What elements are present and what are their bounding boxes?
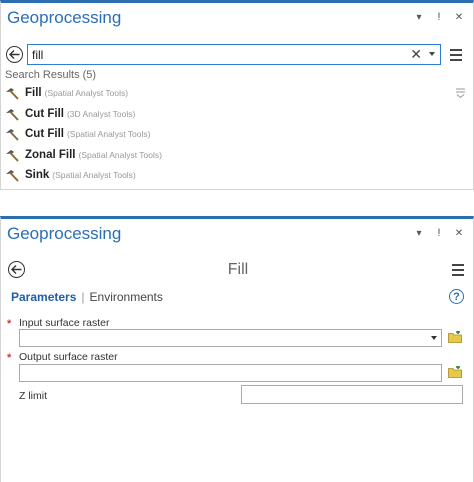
tool-name: Fill (227, 261, 249, 278)
result-item-zonal-fill[interactable]: Zonal Fill (Spatial Analyst Tools) (5, 145, 465, 166)
search-result-list: Fill (Spatial Analyst Tools) Cut Fill (3… (5, 83, 465, 186)
search-input[interactable] (32, 47, 402, 62)
result-item-fill[interactable]: Fill (Spatial Analyst Tools) (5, 83, 465, 104)
tool-tabs: Parameters | Environments (11, 290, 163, 304)
browse-folder-icon[interactable] (448, 366, 462, 378)
pane-title: Geoprocessing (7, 8, 122, 27)
hammer-icon (6, 108, 19, 121)
pane-title: Geoprocessing (7, 224, 122, 243)
hammer-icon (6, 170, 19, 182)
geoprocessing-tool-pane: Geoprocessing ▾ ⵑ ✕ Fill Parameters | En… (0, 216, 474, 482)
hammer-icon (6, 129, 19, 141)
search-box: ✕ (27, 44, 441, 65)
pin-icon[interactable]: ⵑ (433, 228, 445, 240)
pane-title-controls: ▾ ⵑ ✕ (413, 228, 465, 240)
close-icon[interactable]: ✕ (453, 228, 465, 240)
result-item-sink[interactable]: Sink (Spatial Analyst Tools) (5, 165, 465, 186)
result-source: (Spatial Analyst Tools) (52, 170, 136, 181)
result-name: Cut Fill (25, 107, 64, 120)
geoprocessing-search-pane: Geoprocessing ▾ ⵑ ✕ ✕ Search Results (5)… (0, 0, 474, 190)
result-item-cut-fill-3d[interactable]: Cut Fill (3D Analyst Tools) (5, 104, 465, 125)
browse-folder-icon[interactable] (448, 331, 462, 343)
required-marker: * (7, 318, 12, 330)
z-limit-label: Z limit (19, 390, 47, 402)
input-raster-dropdown-icon[interactable] (431, 336, 437, 340)
search-dropdown-icon[interactable] (429, 52, 435, 56)
search-results-header: Search Results (5) (5, 69, 97, 81)
input-surface-raster-label: Input surface raster (19, 317, 110, 329)
result-item-cut-fill-spatial[interactable]: Cut Fill (Spatial Analyst Tools) (5, 124, 465, 145)
result-source: (3D Analyst Tools) (66, 108, 136, 119)
help-icon[interactable]: ? (449, 289, 464, 304)
result-source: (Spatial Analyst Tools) (78, 149, 162, 160)
pane-title-controls: ▾ ⵑ ✕ (413, 12, 465, 24)
result-source: (Spatial Analyst Tools) (44, 88, 129, 99)
result-name: Zonal Fill (25, 148, 76, 161)
output-surface-raster-label: Output surface raster (19, 351, 118, 363)
required-marker: * (7, 352, 12, 364)
hamburger-menu-icon[interactable] (452, 264, 464, 276)
tab-parameters[interactable]: Parameters (11, 290, 76, 304)
pin-icon[interactable]: ⵑ (433, 12, 445, 24)
result-name: Fill (25, 87, 42, 100)
pane-options-dropdown-icon[interactable]: ▾ (413, 228, 425, 240)
close-icon[interactable]: ✕ (453, 12, 465, 24)
z-limit-field[interactable] (241, 385, 463, 404)
result-source: (Spatial Analyst Tools) (66, 129, 151, 140)
hamburger-menu-icon[interactable] (450, 49, 462, 61)
hammer-icon (6, 149, 19, 162)
hammer-icon (6, 88, 19, 100)
output-surface-raster-field[interactable] (19, 364, 442, 382)
result-name: Sink (25, 169, 50, 182)
result-name: Cut Fill (25, 128, 64, 141)
clear-search-icon[interactable]: ✕ (410, 46, 422, 63)
back-arrow-icon[interactable] (6, 46, 23, 63)
tab-environments[interactable]: Environments (90, 290, 163, 304)
pane-options-dropdown-icon[interactable]: ▾ (413, 12, 425, 24)
input-surface-raster-field[interactable] (19, 329, 442, 347)
tab-divider: | (81, 290, 85, 304)
